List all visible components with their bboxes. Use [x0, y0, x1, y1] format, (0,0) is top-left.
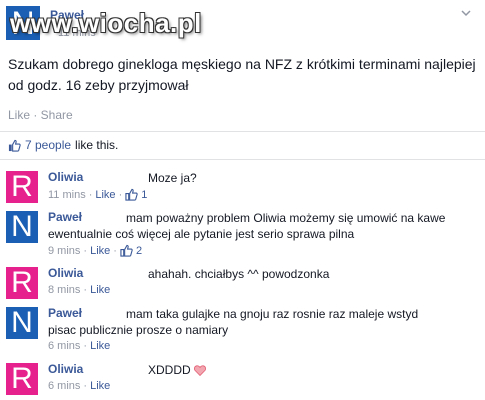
comment-text: XDDDD: [148, 362, 206, 378]
likes-suffix: like this.: [75, 138, 119, 152]
comment-meta: 6 mins · Like: [48, 380, 111, 392]
avatar-letter: R: [11, 362, 33, 395]
commenter-avatar[interactable]: N: [6, 211, 38, 243]
comment-text: mam poważny problem Oliwia możemy się um…: [48, 211, 446, 241]
divider: [0, 131, 485, 132]
commenter-avatar[interactable]: N: [6, 307, 38, 339]
divider: [0, 159, 485, 160]
comment-time[interactable]: 11 mins: [48, 189, 86, 201]
heart-icon: [193, 364, 206, 376]
comment-meta: 8 mins · Like: [48, 284, 111, 296]
comment-meta: 9 mins · Like · 2: [48, 244, 143, 257]
commenter-avatar[interactable]: R: [6, 171, 38, 203]
post-text: Szukam dobrego ginekloga męskiego na NFZ…: [8, 56, 476, 93]
comment-like-link[interactable]: Like: [90, 380, 110, 392]
comment-meta: 11 mins · Like · 1: [48, 188, 148, 201]
avatar-letter: R: [11, 170, 33, 203]
commenter-avatar[interactable]: R: [6, 267, 38, 299]
comment-like-count[interactable]: 1: [141, 189, 147, 201]
comment-time[interactable]: 9 mins: [48, 245, 80, 257]
watermark-logo: www.wiocha.pl: [10, 8, 202, 38]
comment-text: mam taka gulajke na gnoju raz rosnie raz…: [48, 307, 419, 337]
comment-like-link[interactable]: Like: [90, 340, 110, 352]
avatar-letter: N: [11, 306, 33, 339]
comment-text: ahahah. chciałbys ^^ powodzonka: [148, 267, 330, 281]
comment-time[interactable]: 6 mins: [48, 380, 80, 392]
post-header: N Paweł 11 mins www.wiocha.pl: [0, 0, 485, 46]
comment-meta: 6 mins · Like: [48, 340, 111, 352]
comment-item: R Oliwia ahahah. chciałbys ^^ powodzonka…: [0, 262, 485, 302]
comment-item: R Oliwia Moze ja? 11 mins · Like · 1: [0, 166, 485, 206]
comment-item: N Paweł mam poważny problem Oliwia możem…: [0, 206, 485, 262]
comment-time[interactable]: 8 mins: [48, 284, 80, 296]
thumbs-up-icon: [120, 244, 133, 257]
post-actions: Like · Share: [8, 108, 73, 122]
avatar-letter: R: [11, 266, 33, 299]
comment-like-link[interactable]: Like: [95, 189, 115, 201]
comment-time[interactable]: 6 mins: [48, 340, 80, 352]
likes-count-link[interactable]: 7 people: [25, 138, 71, 152]
commenter-avatar[interactable]: R: [6, 363, 38, 395]
comment-author[interactable]: Oliwia: [48, 170, 83, 184]
thumbs-up-icon: [125, 188, 138, 201]
avatar-letter: N: [11, 210, 33, 243]
comment-like-link[interactable]: Like: [90, 284, 110, 296]
comment-author[interactable]: Oliwia: [48, 266, 83, 280]
likes-summary: 7 people like this.: [8, 138, 118, 152]
comment-like-link[interactable]: Like: [90, 245, 110, 257]
comment-like-count[interactable]: 2: [136, 245, 142, 257]
post-action-links[interactable]: Like · Share: [8, 108, 73, 122]
comment-author[interactable]: Oliwia: [48, 362, 83, 376]
comment-text: Moze ja?: [148, 171, 197, 185]
comment-item: R Oliwia XDDDD 6 mins · Like: [0, 358, 485, 400]
comment-text-content: XDDDD: [148, 363, 191, 377]
thumbs-up-icon: [8, 139, 21, 152]
chevron-down-icon[interactable]: [461, 8, 471, 18]
comment-item: N Paweł mam taka gulajke na gnoju raz ro…: [0, 302, 485, 358]
